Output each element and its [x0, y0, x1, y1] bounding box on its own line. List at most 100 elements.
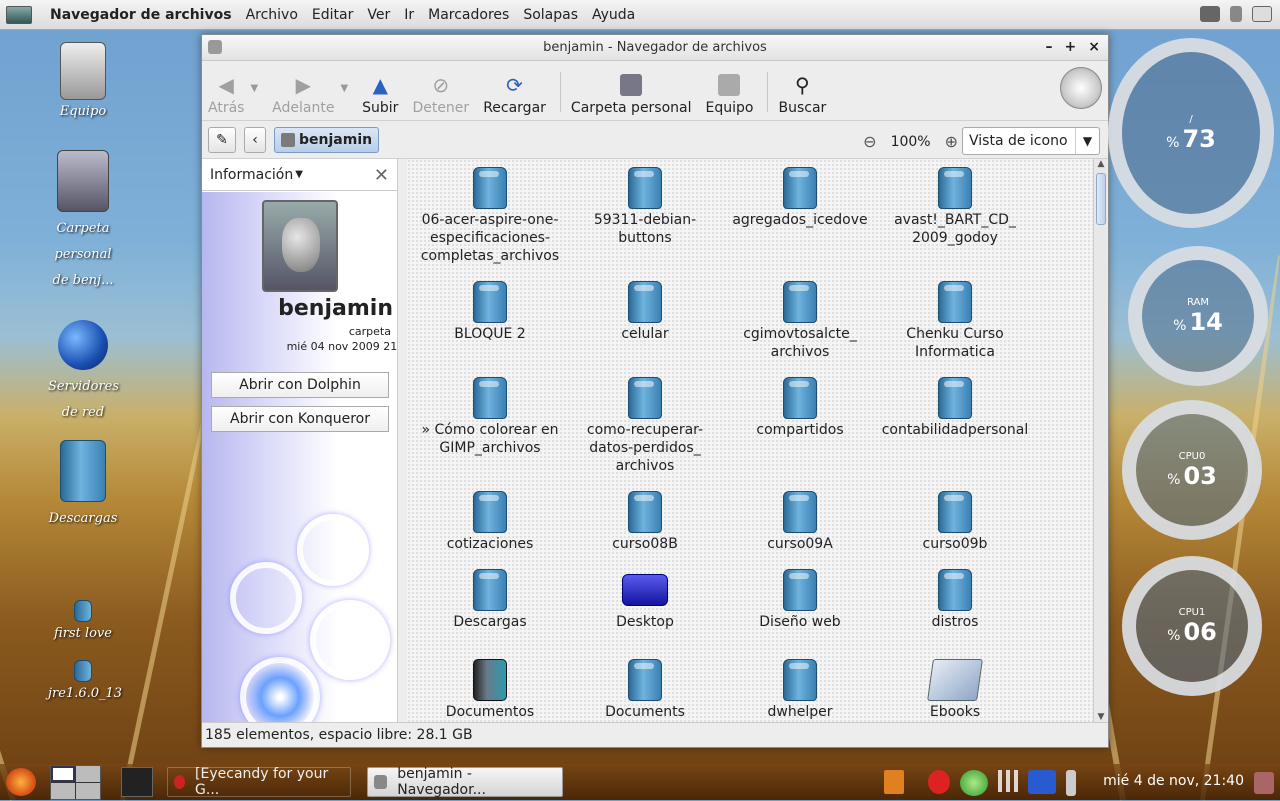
file-item[interactable]: Chenku Curso Informatica — [880, 281, 1030, 361]
desktop-icon-equipo[interactable]: Equipo — [48, 42, 118, 119]
folder-date: mié 04 nov 2009 21: — [286, 340, 397, 353]
file-item[interactable]: BLOQUE 2 — [415, 281, 565, 343]
file-item[interactable]: dwhelper — [725, 659, 875, 721]
window-titlebar[interactable]: benjamin - Navegador de archivos – + × — [202, 35, 1108, 61]
zoom-in-icon[interactable]: ⊕ — [945, 132, 958, 151]
menu-ver[interactable]: Ver — [367, 7, 390, 23]
reload-button[interactable]: ⟳ Recargar — [483, 73, 546, 116]
file-item[interactable]: como-recuperar-datos-perdidos_ archivos — [570, 377, 720, 475]
user-icon[interactable] — [1230, 6, 1242, 22]
toggle-location-button[interactable]: ✎ — [208, 126, 236, 153]
stop-button[interactable]: ⊘ Detener — [412, 73, 469, 116]
file-item[interactable]: Diseño web — [725, 569, 875, 631]
network-icon[interactable] — [1028, 770, 1056, 794]
file-icon-view[interactable]: 06-acer-aspire-one-especificaciones-comp… — [407, 159, 1093, 724]
chevron-down-icon[interactable]: ▼ — [295, 169, 303, 180]
breadcrumb[interactable]: benjamin — [274, 126, 380, 153]
sheep-icon[interactable] — [1252, 6, 1272, 22]
arrow-left-icon: ◀ — [218, 73, 234, 97]
update-icon[interactable] — [960, 770, 988, 796]
workspace-4[interactable] — [76, 782, 100, 799]
back-history-dropdown[interactable]: ▼ — [250, 83, 258, 94]
file-item[interactable]: Documentos — [415, 659, 565, 721]
file-item[interactable]: » Cómo colorear en GIMP_archivos — [415, 377, 565, 457]
battery-icon[interactable] — [1066, 770, 1076, 796]
file-item[interactable]: contabilidadpersonal — [880, 377, 1030, 439]
folder-name: benjamin — [278, 296, 393, 321]
opera-icon — [174, 775, 186, 789]
launcher-icon[interactable] — [121, 767, 153, 797]
desktop-icon-jre[interactable]: jre1.6.0_13 — [48, 660, 122, 701]
drive-icon[interactable] — [1200, 6, 1220, 22]
menu-marcadores[interactable]: Marcadores — [428, 7, 509, 23]
app-menu-icon[interactable] — [6, 5, 32, 24]
file-item[interactable]: cotizaciones — [415, 491, 565, 553]
arrow-right-icon: ▶ — [295, 73, 311, 97]
computer-button[interactable]: Equipo — [706, 74, 753, 116]
file-item[interactable]: Documents — [570, 659, 720, 721]
file-item[interactable]: curso08B — [570, 491, 720, 553]
desktop-icon-first-love[interactable]: first love — [48, 600, 118, 641]
file-item[interactable]: agregados_icedove — [725, 167, 875, 229]
desktop-icon-label: Equipo — [59, 104, 107, 119]
minimize-button[interactable]: – — [1046, 39, 1053, 55]
vertical-scrollbar[interactable]: ▲ ▼ — [1093, 159, 1107, 724]
desktop-icon-home[interactable]: Carpeta personal de benj... — [48, 150, 118, 294]
file-item[interactable]: celular — [570, 281, 720, 343]
path-back-button[interactable]: ‹ — [244, 126, 266, 153]
menu-editar[interactable]: Editar — [312, 7, 353, 23]
window-icon[interactable] — [208, 40, 222, 54]
search-button[interactable]: ⚲ Buscar — [778, 73, 826, 116]
forward-button[interactable]: ▶ Adelante — [272, 73, 334, 116]
zoom-out-icon[interactable]: ⊖ — [863, 132, 876, 151]
workspace-2[interactable] — [76, 765, 100, 782]
scroll-thumb[interactable] — [1096, 173, 1106, 225]
home-button[interactable]: Carpeta personal — [571, 74, 692, 116]
speaker-icon[interactable] — [1254, 772, 1274, 794]
task-file-manager[interactable]: benjamin - Navegador... — [367, 766, 563, 798]
workspace-pager[interactable] — [50, 764, 101, 800]
start-menu-icon[interactable] — [6, 768, 36, 796]
close-pane-icon[interactable]: ✕ — [374, 165, 389, 186]
folder-icon — [783, 167, 817, 209]
workspace-1[interactable] — [51, 765, 75, 782]
file-item[interactable]: avast!_BART_CD_ 2009_godoy — [880, 167, 1030, 247]
gauge-label: / — [1189, 113, 1193, 125]
close-button[interactable]: × — [1088, 39, 1100, 55]
menu-archivo[interactable]: Archivo — [246, 7, 298, 23]
file-item[interactable]: 06-acer-aspire-one-especificaciones-comp… — [415, 167, 565, 265]
workspace-3[interactable] — [51, 782, 75, 799]
file-item[interactable]: compartidos — [725, 377, 875, 439]
file-item[interactable]: curso09b — [880, 491, 1030, 553]
file-label: Informatica — [915, 344, 995, 360]
file-item[interactable]: distros — [880, 569, 1030, 631]
back-button[interactable]: ◀ Atrás — [208, 73, 244, 116]
file-item[interactable]: Desktop — [570, 569, 720, 631]
maximize-button[interactable]: + — [1065, 39, 1077, 55]
notes-icon[interactable] — [884, 770, 904, 794]
file-item[interactable]: Ebooks — [880, 659, 1030, 721]
menu-ir[interactable]: Ir — [404, 7, 414, 23]
task-eyecandy[interactable]: [Eyecandy for your G... — [167, 766, 351, 798]
open-konqueror-button[interactable]: Abrir con Konqueror — [211, 406, 389, 432]
scroll-up-icon[interactable]: ▲ — [1094, 159, 1108, 171]
menu-ayuda[interactable]: Ayuda — [592, 7, 635, 23]
clock[interactable]: mié 4 de nov, 21:40 — [1103, 773, 1244, 789]
file-item[interactable]: curso09A — [725, 491, 875, 553]
file-item[interactable]: cgimovtosalcte_ archivos — [725, 281, 875, 361]
forward-history-dropdown[interactable]: ▼ — [340, 83, 348, 94]
file-item[interactable]: 59311-debian-buttons — [570, 167, 720, 247]
file-item[interactable]: Descargas — [415, 569, 565, 631]
folder-icon — [783, 491, 817, 533]
open-dolphin-button[interactable]: Abrir con Dolphin — [211, 372, 389, 398]
desktop-icon-descargas[interactable]: Descargas — [48, 440, 118, 532]
file-label: archivos — [615, 458, 675, 474]
desktop-icon-network[interactable]: Servidores de red — [48, 320, 119, 426]
gauge-cpu1: CPU1 % 06 — [1122, 556, 1262, 696]
view-mode-select[interactable]: Vista de icono ▼ — [962, 127, 1100, 155]
signal-icon[interactable] — [998, 770, 1018, 792]
opera-tray-icon[interactable] — [928, 770, 950, 794]
side-pane-selector[interactable]: Información — [210, 167, 293, 183]
up-button[interactable]: ▲ Subir — [362, 73, 398, 116]
menu-solapas[interactable]: Solapas — [523, 7, 578, 23]
